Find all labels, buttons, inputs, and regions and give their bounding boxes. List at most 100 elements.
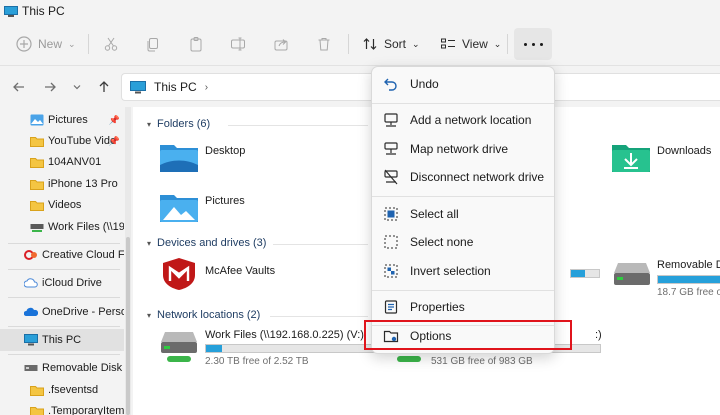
item-name: :) (595, 329, 602, 341)
menu-item-label: Disconnect network drive (410, 170, 545, 184)
sidebar-item-label: .fseventsd (48, 384, 99, 396)
menu-item-select-none[interactable]: Select none (376, 229, 550, 255)
menu-item-label: Properties (410, 300, 465, 314)
sort-button[interactable]: Sort ⌄ (362, 22, 420, 66)
group-header-label: Folders (6) (157, 118, 211, 130)
sidebar-item-104anv01[interactable]: 104ANV01 (0, 151, 124, 173)
arrow-left-icon (13, 82, 24, 92)
scrollbar-thumb[interactable] (126, 237, 130, 415)
see-more-button[interactable] (514, 28, 552, 60)
disconnect-drive-icon (384, 169, 398, 185)
group-header-devices[interactable]: ▾ Devices and drives (3) (147, 237, 266, 249)
onedrive-icon (24, 307, 38, 316)
forward-button[interactable] (41, 78, 59, 96)
navigation-bar: This PC › (0, 67, 720, 107)
network-drive-work-files[interactable]: Work Files (\\192.168.0.225) (V:) 2.30 T… (159, 329, 385, 367)
paste-button[interactable] (188, 22, 204, 66)
recent-locations-button[interactable] (68, 78, 86, 96)
navigation-pane: Pictures 📌 YouTube Vide 📌 104ANV01 iPhon… (0, 107, 128, 415)
group-header-label: Devices and drives (3) (157, 237, 267, 249)
copy-button[interactable] (145, 22, 161, 66)
folder-icon (30, 386, 44, 396)
removable-disk-icon (614, 263, 650, 285)
item-name: Removable D (657, 259, 720, 271)
menu-item-label: Select all (410, 207, 459, 221)
up-button[interactable] (95, 78, 113, 96)
sidebar-divider (8, 326, 120, 327)
pin-icon: 📌 (108, 115, 120, 125)
back-button[interactable] (10, 78, 28, 96)
command-bar: New ⌄ Sort ⌄ View ⌄ (0, 22, 720, 66)
sidebar-scrollbar[interactable] (125, 107, 131, 415)
sidebar-item-iphone-13-pro[interactable]: iPhone 13 Pro (0, 173, 124, 195)
scissors-icon (104, 37, 118, 51)
sidebar-item-temporaryitems[interactable]: .TemporaryItems (0, 400, 124, 415)
chevron-down-icon: ▾ (147, 310, 152, 320)
group-divider (273, 244, 368, 245)
this-pc-icon (4, 5, 18, 17)
view-button[interactable]: View ⌄ (440, 22, 501, 66)
sidebar-item-icloud-drive[interactable]: iCloud Drive (0, 272, 124, 294)
menu-item-select-all[interactable]: Select all (376, 201, 550, 227)
sidebar-item-label: iPhone 13 Pro (48, 178, 118, 190)
cut-button[interactable] (103, 22, 119, 66)
more-dot (531, 42, 535, 46)
sidebar-item-pictures[interactable]: Pictures 📌 (0, 109, 124, 131)
more-dot (523, 42, 527, 46)
breadcrumb-this-pc[interactable]: This PC (154, 80, 197, 94)
sidebar-item-videos[interactable]: Videos (0, 194, 124, 216)
chevron-down-icon: ⌄ (493, 38, 502, 49)
item-name: McAfee Vaults (205, 265, 276, 277)
mcafee-shield-icon (163, 258, 195, 290)
sidebar-item-fseventsd[interactable]: .fseventsd (0, 379, 124, 401)
folder-icon (30, 180, 44, 190)
group-header-network[interactable]: ▾ Network locations (2) (147, 309, 260, 321)
drive-usage-bar (570, 269, 600, 280)
menu-item-disconnect-network-drive[interactable]: Disconnect network drive (376, 164, 550, 190)
icloud-icon (24, 278, 38, 288)
menu-item-properties[interactable]: Properties (376, 294, 550, 320)
sidebar-item-removable-disk[interactable]: Removable Disk (I (0, 357, 124, 379)
invert-selection-icon (384, 264, 398, 278)
share-button[interactable] (273, 22, 289, 66)
creative-cloud-icon (24, 250, 37, 260)
folder-icon (30, 137, 44, 147)
sidebar-item-work-files[interactable]: Work Files (\\192 (0, 216, 124, 238)
chevron-down-icon: ▾ (147, 119, 152, 129)
rename-button[interactable] (230, 22, 246, 66)
menu-item-add-network-location[interactable]: Add a network location (376, 107, 550, 133)
sidebar-item-onedrive[interactable]: OneDrive - Persor (0, 301, 124, 323)
folder-pictures[interactable]: Pictures (159, 191, 245, 223)
item-name: Work Files (\\192.168.0.225) (V:) (205, 329, 364, 341)
group-header-folders[interactable]: ▾ Folders (6) (147, 118, 210, 130)
sidebar-item-label: Videos (48, 199, 82, 211)
plus-icon (16, 36, 32, 52)
pictures-folder-icon (30, 114, 44, 126)
sidebar-item-creative-cloud[interactable]: Creative Cloud Fil (0, 244, 124, 266)
toolbar-divider (88, 34, 89, 54)
downloads-folder-icon (612, 145, 650, 172)
menu-divider (372, 196, 554, 197)
sidebar-item-this-pc[interactable]: This PC (0, 329, 124, 351)
network-location-icon (384, 113, 398, 127)
this-pc-icon (24, 334, 38, 346)
drive-removable-disk[interactable]: Removable D 18.7 GB free o (613, 259, 720, 298)
menu-item-map-network-drive[interactable]: Map network drive (376, 136, 550, 162)
folder-desktop[interactable]: Desktop (159, 141, 245, 173)
delete-button[interactable] (316, 22, 332, 66)
network-drive-icon (161, 332, 197, 362)
sidebar-divider (8, 354, 120, 355)
menu-item-invert-selection[interactable]: Invert selection (376, 258, 550, 284)
folder-icon (30, 407, 44, 415)
chevron-right-icon[interactable]: › (205, 82, 208, 93)
folder-downloads[interactable]: Downloads (611, 141, 711, 173)
more-dot (539, 42, 543, 46)
drive-mcafee-vaults[interactable]: McAfee Vaults (161, 257, 275, 291)
sidebar-item-label: 104ANV01 (48, 156, 102, 168)
sidebar-item-youtube-videos[interactable]: YouTube Vide 📌 (0, 130, 124, 152)
menu-item-undo[interactable]: Undo (376, 71, 550, 97)
sort-icon (363, 38, 377, 50)
sidebar-item-label: Work Files (\\192 (48, 221, 124, 233)
new-button[interactable]: New ⌄ (16, 22, 76, 66)
properties-icon (384, 300, 398, 314)
